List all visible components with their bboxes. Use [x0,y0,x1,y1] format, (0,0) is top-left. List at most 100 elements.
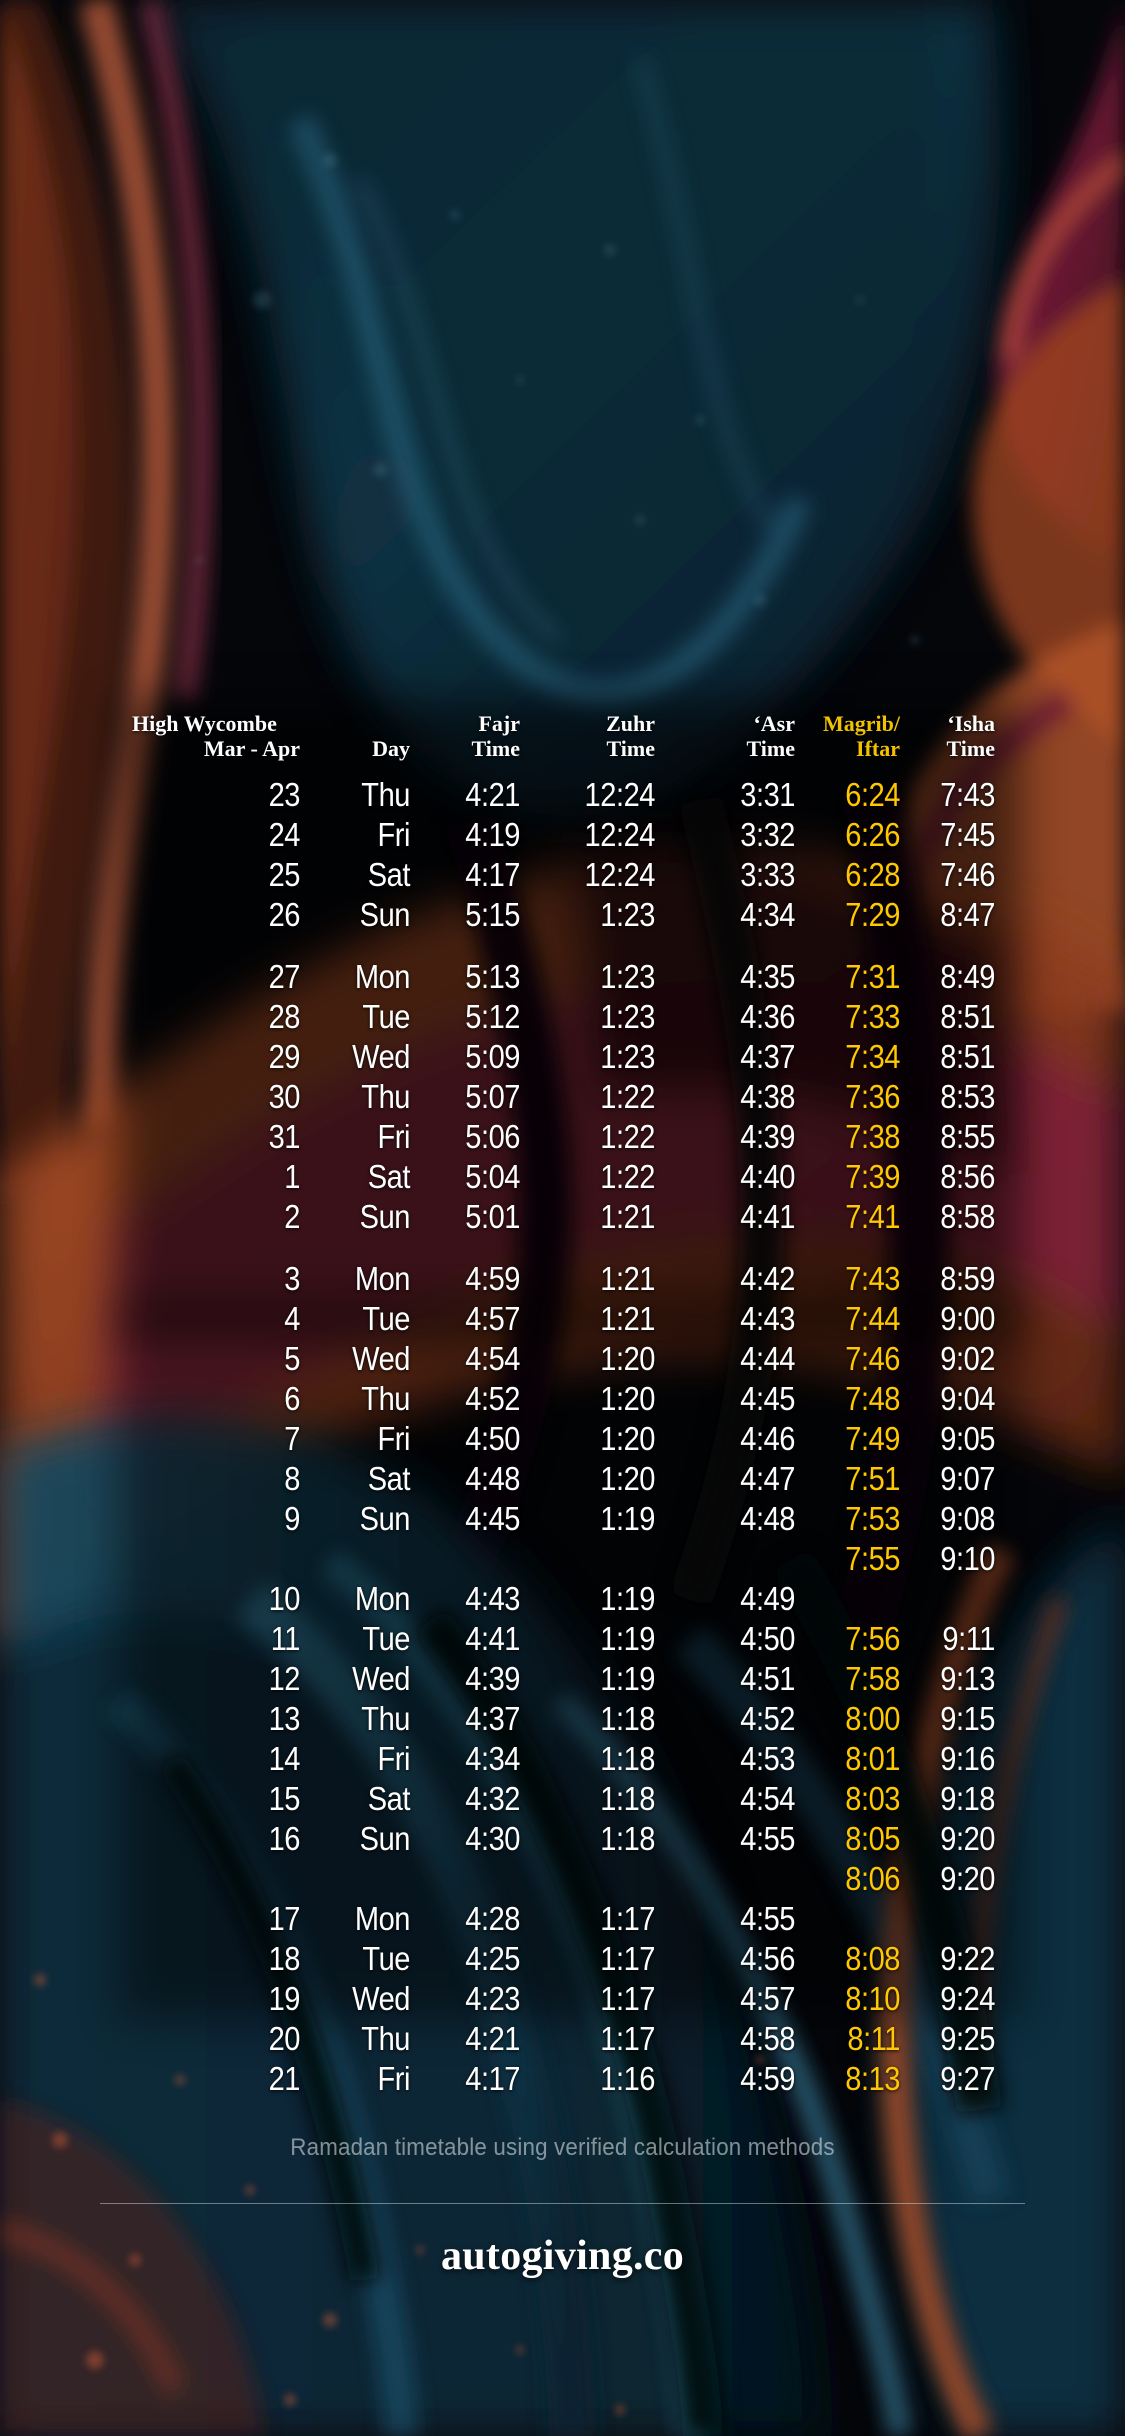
header-fajr-line2: Time [471,735,520,761]
cell-day: Sat [367,1780,411,1818]
header-isha-line2: Time [946,735,995,761]
header-magrib: Magrib/ Iftar [795,711,900,775]
spacer-cell [234,935,995,957]
cell-fajr: 4:41 [465,1620,520,1658]
table-row: 12 Wed 4:39 1:19 4:51 7:58 9:13 [130,1659,996,1699]
cell-day: Sat [367,856,411,894]
cell-isha: 8:51 [940,998,995,1036]
cell-fajr: 4:54 [465,1340,520,1378]
cell-date [150,1539,300,1579]
cell-zuhr: 1:22 [600,1078,655,1116]
cell-date: 18 [268,1940,301,1978]
table-row-spacer [130,1237,995,1259]
table-row: 11 Tue 4:41 1:19 4:50 7:56 9:11 [130,1619,996,1659]
cell-fajr: 5:07 [465,1078,520,1116]
cell-date: 17 [268,1900,301,1938]
prayer-times-table: High Wycombe Mar - Apr Day Fajr Time Zuh… [130,711,996,2099]
cell-fajr: 4:19 [465,816,520,854]
header-zuhr-line2: Time [606,735,655,761]
cell-date: 6 [284,1380,300,1418]
cell-date: 2 [284,1198,300,1236]
table-row-spacer [130,935,995,957]
cell-magrib: 7:49 [845,1420,900,1458]
cell-isha: 9:10 [940,1540,995,1578]
cell-date: 28 [268,998,301,1036]
cell-zuhr: 1:18 [600,1820,655,1858]
cell-isha [911,1579,995,1619]
cell-zuhr: 1:19 [600,1500,655,1538]
cell-zuhr: 1:18 [600,1780,655,1818]
cell-magrib: 8:08 [845,1940,900,1978]
cell-asr: 4:41 [740,1198,795,1236]
cell-asr: 4:52 [740,1700,795,1738]
header-day: Day [300,712,410,775]
table-row: 9 Sun 4:45 1:19 4:48 7:53 9:08 [130,1499,995,1539]
cell-date: 16 [268,1820,301,1858]
cell-magrib: 8:11 [847,2020,900,2058]
table-row: 28 Tue 5:12 1:23 4:36 7:33 8:51 [130,997,996,1037]
header-fajr: Fajr Time [410,711,520,775]
cell-magrib: 8:01 [845,1740,900,1778]
cell-day: Thu [361,776,410,814]
cell-isha: 8:51 [940,1038,995,1076]
cell-day [313,1539,410,1579]
cell-magrib: 8:03 [845,1780,900,1818]
cell-magrib: 7:39 [845,1158,900,1196]
cell-date: 10 [268,1580,301,1618]
cell-asr [672,1539,795,1579]
table-row: 8:06 9:20 [130,1859,995,1899]
cell-date: 25 [268,856,301,894]
cell-asr: 4:50 [740,1620,795,1658]
cell-day: Sun [359,1198,411,1236]
cell-asr: 4:35 [740,958,795,996]
cell-date: 26 [268,896,301,934]
cell-zuhr: 1:21 [600,1300,655,1338]
header-fajr-line1: Fajr [478,711,520,736]
cell-date: 30 [268,1078,301,1116]
cell-asr: 4:42 [740,1260,795,1298]
table-row: 25 Sat 4:17 12:24 3:33 6:28 7:46 [130,855,996,895]
table-row: 14 Fri 4:34 1:18 4:53 8:01 9:16 [130,1739,996,1779]
cell-isha: 9:07 [940,1460,995,1498]
cell-day: Fri [377,2060,410,2098]
cell-zuhr: 1:19 [600,1660,655,1698]
location-date-range: Mar - Apr [203,735,300,761]
cell-day: Thu [361,2020,410,2058]
cell-zuhr: 1:20 [600,1380,655,1418]
cell-fajr [423,1859,520,1899]
cell-magrib: 8:00 [845,1700,900,1738]
cell-fajr: 5:06 [465,1118,520,1156]
cell-fajr [423,1539,520,1579]
cell-zuhr [536,1539,655,1579]
cell-date: 27 [268,958,301,996]
cell-fajr: 4:21 [465,776,520,814]
cell-zuhr: 12:24 [584,856,656,894]
header-day-line1: Day [372,735,410,761]
cell-asr: 3:32 [740,816,795,854]
table-row: 29 Wed 5:09 1:23 4:37 7:34 8:51 [130,1037,996,1077]
header-asr-line1: ‘Asr [753,711,795,736]
cell-fajr: 4:23 [465,1980,520,2018]
cell-day: Tue [362,1620,410,1658]
ramadan-timetable-page: High Wycombe Mar - Apr Day Fajr Time Zuh… [0,0,1125,2436]
cell-date: 3 [284,1260,300,1298]
table-row: 2 Sun 5:01 1:21 4:41 7:41 8:58 [130,1197,995,1237]
cell-fajr: 4:43 [465,1580,520,1618]
cell-date: 9 [284,1500,300,1538]
cell-isha: 9:15 [940,1700,995,1738]
cell-fajr: 5:12 [465,998,520,1036]
cell-fajr: 5:15 [465,896,520,934]
cell-day: Sun [359,1500,411,1538]
table-row: 27 Mon 5:13 1:23 4:35 7:31 8:49 [130,957,996,997]
header-isha-line1: ‘Isha [947,711,995,736]
table-row: 7:55 9:10 [130,1539,995,1579]
cell-fajr: 5:13 [465,958,520,996]
cell-zuhr: 1:19 [600,1620,655,1658]
cell-day: Wed [352,1660,410,1698]
cell-isha: 9:27 [940,2060,995,2098]
prayer-times-table-container: High Wycombe Mar - Apr Day Fajr Time Zuh… [130,711,996,2099]
cell-day: Mon [354,1900,411,1938]
cell-isha: 9:05 [940,1420,995,1458]
cell-fajr: 5:09 [465,1038,520,1076]
table-row: 18 Tue 4:25 1:17 4:56 8:08 9:22 [130,1939,996,1979]
